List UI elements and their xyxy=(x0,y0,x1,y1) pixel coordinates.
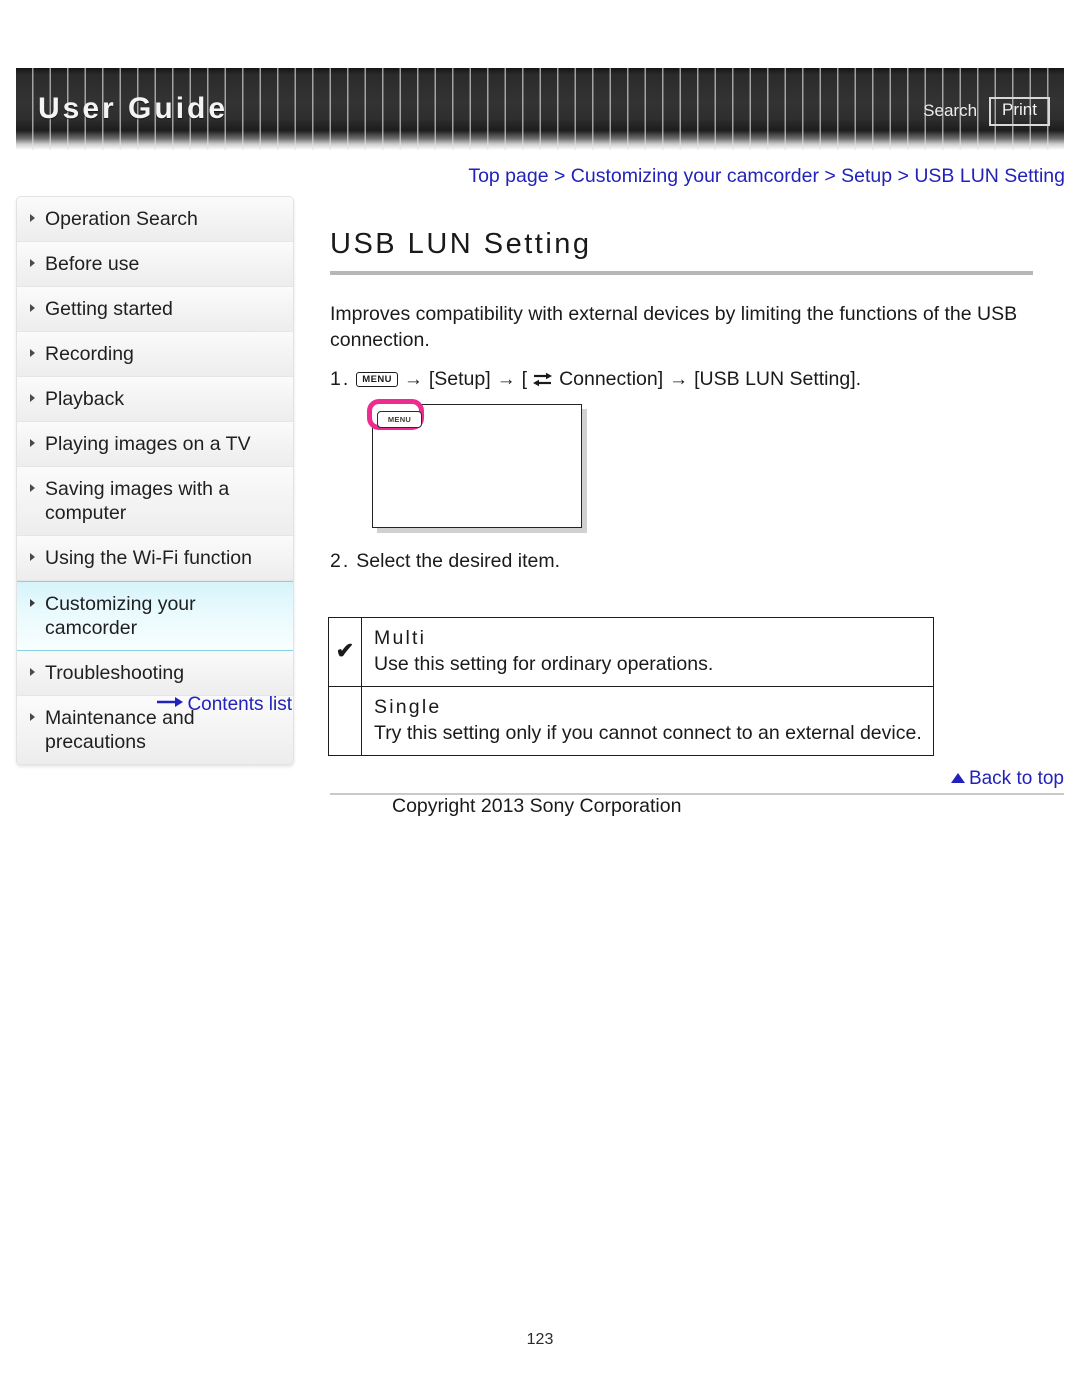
sidebar-item-label: Recording xyxy=(45,343,134,365)
option-name: Single xyxy=(374,696,442,718)
sidebar-item-label: Playing images on a TV xyxy=(45,433,251,455)
sidebar-item-label: Playback xyxy=(45,388,125,410)
triangle-right-icon xyxy=(30,484,35,492)
triangle-right-icon xyxy=(30,668,35,676)
option-name: Multi xyxy=(374,627,427,649)
sidebar-item-recording[interactable]: Recording xyxy=(17,332,293,377)
triangle-up-icon xyxy=(950,773,965,783)
sidebar-item-playback[interactable]: Playback xyxy=(17,377,293,422)
table-row[interactable]: Single Try this setting only if you cann… xyxy=(328,686,934,756)
sidebar-item-playing-images-on-a-tv[interactable]: Playing images on a TV xyxy=(17,422,293,467)
step-1-number: 1. xyxy=(330,368,351,390)
option-description: Use this setting for ordinary operations… xyxy=(374,653,714,675)
option-cell: Multi Use this setting for ordinary oper… xyxy=(361,617,934,687)
intro-paragraph: Improves compatibility with external dev… xyxy=(330,303,1018,351)
sidebar-nav: Operation Search Before use Getting star… xyxy=(16,196,294,765)
triangle-right-icon xyxy=(30,394,35,402)
step-2-number: 2. xyxy=(330,550,351,572)
header-title: User Guide xyxy=(38,92,229,125)
options-table: ✔ Multi Use this setting for ordinary op… xyxy=(328,617,934,756)
step-1-setup-label: [Setup] xyxy=(428,368,491,390)
sidebar-item-before-use[interactable]: Before use xyxy=(17,242,293,287)
step-1-bracket-open: [ xyxy=(521,368,528,390)
triangle-right-icon xyxy=(30,439,35,447)
step-2: 2. Select the desired item. xyxy=(330,550,560,573)
table-row[interactable]: ✔ Multi Use this setting for ordinary op… xyxy=(328,617,934,687)
sidebar-item-label: Operation Search xyxy=(45,208,198,230)
sidebar-item-label: Troubleshooting xyxy=(45,662,185,684)
sidebar-item-saving-images-with-a-computer[interactable]: Saving images with a computer xyxy=(17,467,293,536)
triangle-right-icon xyxy=(30,553,35,561)
triangle-right-icon xyxy=(30,259,35,267)
option-checkmark xyxy=(328,686,362,756)
sidebar-item-operation-search[interactable]: Operation Search xyxy=(17,197,293,242)
triangle-right-icon xyxy=(30,599,35,607)
page-title: USB LUN Setting xyxy=(330,228,592,260)
step-2-text: Select the desired item. xyxy=(356,550,561,572)
triangle-right-icon xyxy=(30,304,35,312)
sidebar-item-label: Before use xyxy=(45,253,140,275)
arrow-right-icon xyxy=(157,692,184,714)
figure-menu-button[interactable]: MENU xyxy=(377,411,422,428)
sidebar-item-getting-started[interactable]: Getting started xyxy=(17,287,293,332)
title-divider xyxy=(330,271,1033,275)
sidebar-item-label: Getting started xyxy=(45,298,173,320)
step-1: 1. MENU → [Setup] → [ Connection] → [USB … xyxy=(330,366,1064,393)
sidebar-item-using-the-wifi-function[interactable]: Using the Wi-Fi function xyxy=(17,536,293,581)
contents-list-label: Contents list xyxy=(187,694,292,716)
arrow-right-icon: → xyxy=(496,369,516,390)
device-screen-figure: MENU xyxy=(367,399,582,528)
option-checkmark: ✔ xyxy=(328,617,362,687)
arrow-right-icon: → xyxy=(403,369,423,390)
sidebar-item-label: Using the Wi-Fi function xyxy=(45,547,252,569)
menu-highlight-box: MENU xyxy=(367,399,424,430)
breadcrumb[interactable]: Top page > Customizing your camcorder > … xyxy=(455,165,1065,188)
back-to-top-link[interactable]: Back to top xyxy=(950,768,1064,790)
sidebar-item-customizing-your-camcorder[interactable]: Customizing your camcorder xyxy=(17,581,293,651)
sidebar-item-label: Saving images with a computer xyxy=(45,478,230,524)
header-tools: Search Print xyxy=(923,97,1050,126)
connection-exchange-icon xyxy=(533,368,553,387)
copyright-text: Copyright 2013 Sony Corporation xyxy=(392,795,682,817)
site-header: User Guide Search Print xyxy=(16,68,1064,150)
page-number: 123 xyxy=(526,1331,554,1348)
menu-button-chip: MENU xyxy=(356,372,398,387)
search-link[interactable]: Search xyxy=(923,101,977,121)
main-content: USB LUN Setting Improves compatibility w… xyxy=(330,228,1064,393)
option-cell: Single Try this setting only if you cann… xyxy=(361,686,934,756)
triangle-right-icon xyxy=(30,349,35,357)
back-to-top-label: Back to top xyxy=(968,768,1064,789)
print-button[interactable]: Print xyxy=(989,97,1050,126)
sidebar-item-troubleshooting[interactable]: Troubleshooting xyxy=(17,651,293,696)
sidebar-item-label: Customizing your camcorder xyxy=(45,593,196,639)
contents-list-link[interactable]: Contents list xyxy=(16,694,292,716)
step-1-target-label: [USB LUN Setting]. xyxy=(694,368,862,390)
step-1-connection-label: Connection] xyxy=(559,368,664,390)
option-description: Try this setting only if you cannot conn… xyxy=(374,722,922,744)
triangle-right-icon xyxy=(30,214,35,222)
arrow-right-icon: → xyxy=(669,369,689,390)
